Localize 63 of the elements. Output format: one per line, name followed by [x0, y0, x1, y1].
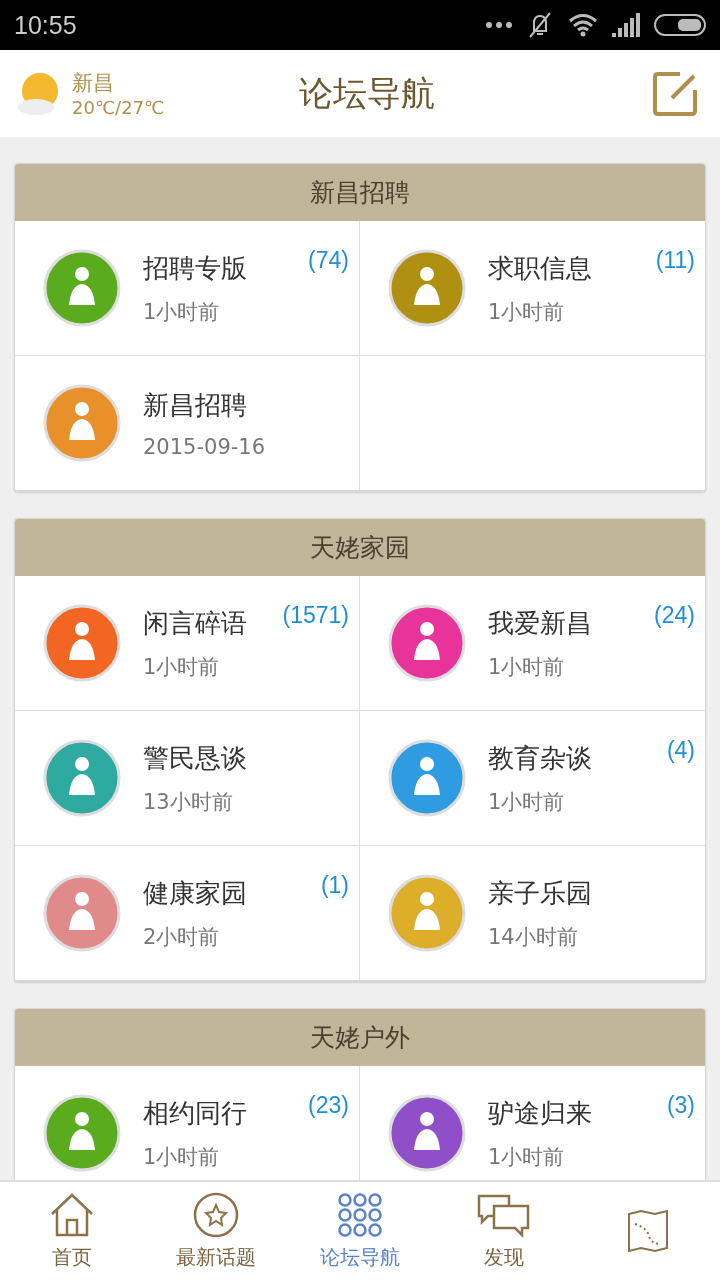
forum-name: 新昌招聘	[143, 388, 248, 422]
home-icon	[49, 1191, 95, 1238]
last-post-time: 1小时前	[143, 298, 221, 326]
edit-icon[interactable]	[652, 70, 700, 118]
forum-item[interactable]: 健康家园 2小时前 (1)	[15, 846, 360, 981]
post-count: (11)	[655, 247, 695, 274]
tab-label: 首页	[52, 1243, 92, 1271]
status-time: 10:55	[14, 10, 77, 40]
forum-item[interactable]: 求职信息 1小时前 (11)	[360, 221, 705, 356]
post-count: (24)	[654, 602, 695, 629]
last-post-time: 14小时前	[488, 923, 579, 951]
battery-icon	[654, 14, 706, 36]
more-icon	[486, 22, 512, 28]
post-count: (4)	[666, 737, 695, 764]
nav-tab[interactable]: 论坛导航	[288, 1182, 432, 1280]
forum-name: 闲言碎语	[143, 606, 247, 640]
last-post-time: 1小时前	[488, 653, 566, 681]
forum-item[interactable]: 新昌招聘 2015-09-16	[15, 356, 360, 491]
post-count: (74)	[308, 247, 349, 274]
section-title: 天姥户外	[15, 1009, 705, 1066]
forum-item[interactable]: 我爱新昌 1小时前 (24)	[360, 576, 705, 711]
forum-name: 教育杂谈	[488, 741, 592, 775]
city-name: 新昌	[72, 70, 115, 97]
signal-icon	[612, 13, 640, 37]
last-post-time: 1小时前	[143, 653, 221, 681]
tab-label: 最新话题	[176, 1243, 256, 1271]
post-count: (3)	[666, 1092, 695, 1119]
map-icon	[625, 1208, 671, 1254]
last-post-time: 1小时前	[488, 298, 566, 326]
forum-name: 我爱新昌	[488, 606, 592, 640]
forum-item[interactable]: 亲子乐园 14小时前	[360, 846, 705, 981]
post-count: (1571)	[282, 602, 349, 629]
forum-name: 警民恳谈	[143, 741, 247, 775]
last-post-time: 13小时前	[143, 788, 234, 816]
forum-name: 相约同行	[143, 1096, 247, 1130]
nav-tab[interactable]: 最新话题	[144, 1182, 288, 1280]
wifi-icon	[568, 13, 598, 37]
last-post-time: 1小时前	[143, 1143, 221, 1171]
last-post-time: 2015-09-16	[143, 434, 266, 459]
last-post-time: 1小时前	[488, 1143, 566, 1171]
forum-name: 亲子乐园	[488, 876, 592, 910]
nav-tab[interactable]: 发现	[432, 1182, 576, 1280]
grid-icon	[337, 1191, 383, 1238]
forum-item[interactable]: 招聘专版 1小时前 (74)	[15, 221, 360, 356]
forum-name: 驴途归来	[488, 1096, 592, 1130]
tab-label: 发现	[484, 1243, 524, 1271]
temperature: 20℃/27℃	[72, 97, 165, 118]
section-title: 天姥家园	[15, 519, 705, 576]
forum-item[interactable]: 闲言碎语 1小时前 (1571)	[15, 576, 360, 711]
forum-item[interactable]: 警民恳谈 13小时前	[15, 711, 360, 846]
section-title: 新昌招聘	[15, 164, 705, 221]
nav-tab[interactable]: 首页	[0, 1182, 144, 1280]
mute-icon	[526, 11, 554, 39]
forum-name: 求职信息	[488, 251, 592, 285]
post-count: (23)	[308, 1092, 349, 1119]
last-post-time: 2小时前	[143, 923, 221, 951]
forum-item[interactable]: 教育杂谈 1小时前 (4)	[360, 711, 705, 846]
tab-label: 论坛导航	[320, 1243, 400, 1271]
last-post-time: 1小时前	[488, 788, 566, 816]
forum-name: 健康家园	[143, 876, 247, 910]
forum-name: 招聘专版	[143, 251, 247, 285]
post-count: (1)	[320, 872, 349, 899]
page-title: 论坛导航	[298, 71, 436, 115]
